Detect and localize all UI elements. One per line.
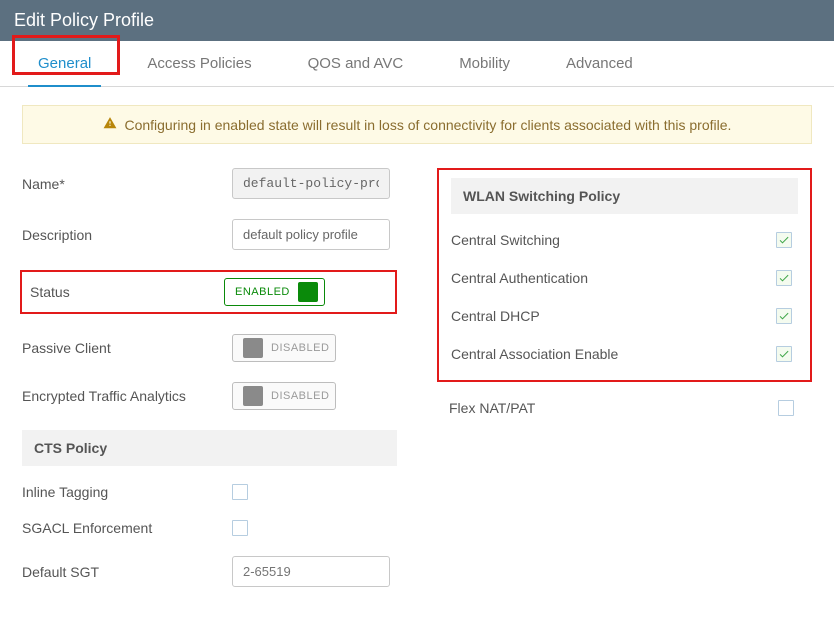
- row-central-switching: Central Switching: [451, 232, 798, 248]
- sgacl-label: SGACL Enforcement: [22, 520, 232, 536]
- tab-access-policies[interactable]: Access Policies: [119, 41, 279, 86]
- status-toggle[interactable]: ENABLED: [224, 278, 325, 306]
- central-assoc-label: Central Association Enable: [451, 346, 618, 362]
- wlan-switching-header: WLAN Switching Policy: [451, 178, 798, 214]
- status-toggle-text: ENABLED: [235, 286, 290, 298]
- check-icon: [778, 310, 790, 322]
- central-dhcp-checkbox[interactable]: [776, 308, 792, 324]
- eta-toggle[interactable]: DISABLED: [232, 382, 336, 410]
- central-assoc-checkbox[interactable]: [776, 346, 792, 362]
- central-dhcp-label: Central DHCP: [451, 308, 540, 324]
- check-icon: [778, 272, 790, 284]
- description-input[interactable]: [232, 219, 390, 250]
- left-column: Name* Description Status ENABLED Passive…: [22, 168, 397, 607]
- status-label: Status: [22, 284, 224, 300]
- wlan-switching-highlight-box: WLAN Switching Policy Central Switching …: [437, 168, 812, 382]
- warning-icon: [103, 116, 117, 133]
- inline-tagging-label: Inline Tagging: [22, 484, 232, 500]
- toggle-knob-icon: [243, 386, 263, 406]
- inline-tagging-checkbox[interactable]: [232, 484, 248, 500]
- name-input[interactable]: [232, 168, 390, 199]
- flex-nat-label: Flex NAT/PAT: [449, 400, 535, 416]
- toggle-knob-icon: [243, 338, 263, 358]
- description-label: Description: [22, 227, 232, 243]
- row-flex-nat: Flex NAT/PAT: [437, 392, 812, 416]
- sgacl-checkbox[interactable]: [232, 520, 248, 536]
- name-label: Name*: [22, 176, 232, 192]
- warning-banner: Configuring in enabled state will result…: [22, 105, 812, 144]
- row-passive-client: Passive Client DISABLED: [22, 334, 397, 362]
- flex-nat-checkbox[interactable]: [778, 400, 794, 416]
- row-name: Name*: [22, 168, 397, 199]
- check-icon: [778, 234, 790, 246]
- eta-label: Encrypted Traffic Analytics: [22, 388, 232, 404]
- dialog-header: Edit Policy Profile: [0, 0, 834, 41]
- tab-advanced[interactable]: Advanced: [538, 41, 661, 86]
- row-sgacl: SGACL Enforcement: [22, 520, 397, 536]
- tab-mobility[interactable]: Mobility: [431, 41, 538, 86]
- central-auth-label: Central Authentication: [451, 270, 588, 286]
- cts-policy-header: CTS Policy: [22, 430, 397, 466]
- content: Configuring in enabled state will result…: [0, 87, 834, 625]
- tab-general[interactable]: General: [10, 41, 119, 86]
- row-eta: Encrypted Traffic Analytics DISABLED: [22, 382, 397, 410]
- right-column: WLAN Switching Policy Central Switching …: [437, 168, 812, 607]
- status-highlight-box: Status ENABLED: [20, 270, 397, 314]
- toggle-knob-icon: [298, 282, 318, 302]
- passive-client-toggle[interactable]: DISABLED: [232, 334, 336, 362]
- row-central-assoc: Central Association Enable: [451, 346, 798, 362]
- central-switching-checkbox[interactable]: [776, 232, 792, 248]
- central-switching-label: Central Switching: [451, 232, 560, 248]
- passive-client-label: Passive Client: [22, 340, 232, 356]
- tab-qos-avc[interactable]: QOS and AVC: [280, 41, 432, 86]
- default-sgt-label: Default SGT: [22, 564, 232, 580]
- row-inline-tagging: Inline Tagging: [22, 484, 397, 500]
- tab-bar: General Access Policies QOS and AVC Mobi…: [0, 41, 834, 87]
- central-auth-checkbox[interactable]: [776, 270, 792, 286]
- row-default-sgt: Default SGT: [22, 556, 397, 587]
- eta-toggle-text: DISABLED: [271, 390, 329, 402]
- passive-client-toggle-text: DISABLED: [271, 342, 329, 354]
- default-sgt-input[interactable]: [232, 556, 390, 587]
- row-central-dhcp: Central DHCP: [451, 308, 798, 324]
- check-icon: [778, 348, 790, 360]
- dialog-title: Edit Policy Profile: [14, 10, 154, 30]
- warning-text: Configuring in enabled state will result…: [124, 117, 731, 133]
- row-description: Description: [22, 219, 397, 250]
- row-central-auth: Central Authentication: [451, 270, 798, 286]
